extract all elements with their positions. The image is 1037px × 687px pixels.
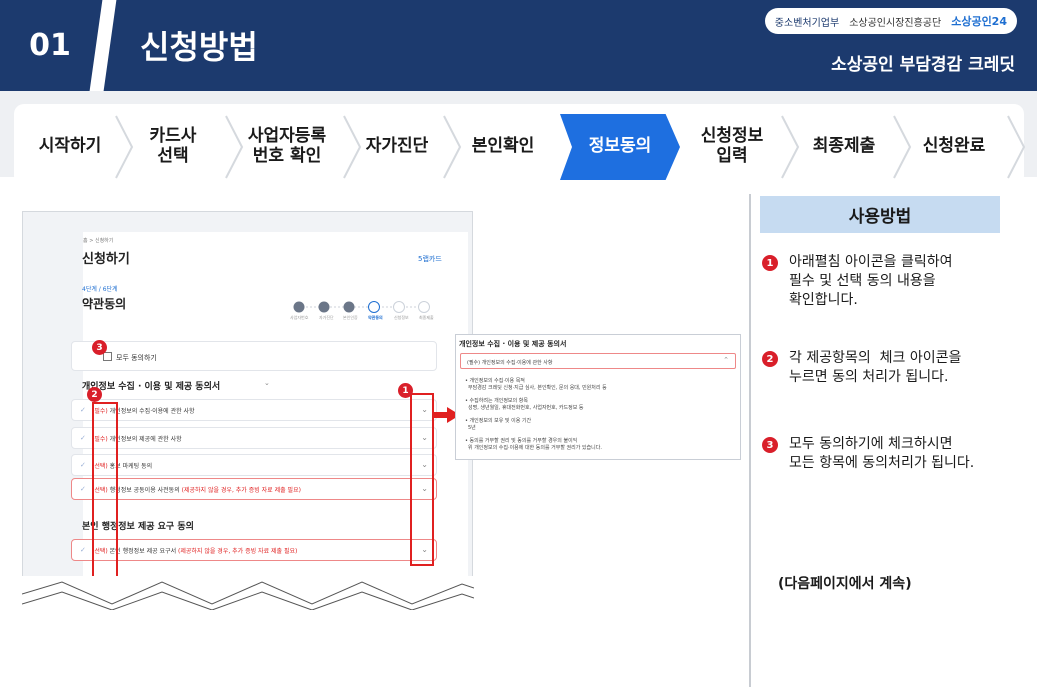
step-final-submit: 최종제출 (812, 136, 876, 157)
chevron-down-icon[interactable]: ⌄ (264, 379, 270, 387)
callout-badge-1: 1 (398, 383, 413, 398)
number-badge: 1 (762, 255, 778, 271)
highlight-expand-column (410, 393, 434, 566)
consent-row[interactable]: ✓ (필수) 개인정보의 수집·이용에 관한 사항 ⌄ (71, 399, 437, 421)
progress-label: 약관동의 (368, 315, 383, 320)
popup-line: 성명, 생년월일, 휴대전화번호, 사업자번호, 카드정보 등 (468, 405, 584, 411)
chevron-right-icon (781, 115, 800, 179)
number-badge: 2 (762, 351, 778, 367)
instruction-3: 3 모두 동의하기에 체크하시면 모든 항목에 동의처리가 됩니다. (762, 435, 1032, 475)
check-icon[interactable]: ✓ (80, 434, 86, 442)
popup-line: • 수집하려는 개인정보의 항목 (465, 398, 528, 404)
logo-strip: 중소벤처기업부 소상공인시장진흥공단 소상공인24 (764, 8, 1017, 34)
popup-line: 위 개인정보의 수집·이용에 대한 동의를 거부할 권리가 있습니다. (468, 445, 602, 451)
step-identity: 본인확인 (471, 136, 535, 157)
popup-line: 5년 (468, 425, 476, 431)
row-label: 개인정보의 제공에 관한 사항 (109, 436, 182, 443)
section-title: 약관동의 (82, 297, 127, 311)
consent-row[interactable]: ✓ (선택) 홍보 마케팅 동의 ⌄ (71, 454, 437, 476)
row-label: 개인정보의 수집·이용에 관한 사항 (109, 408, 195, 415)
check-icon[interactable]: ✓ (80, 461, 86, 469)
progress-label: 신청정보 (394, 315, 409, 320)
instruction-2: 2 각 제공항목의 체크 아이콘을 누르면 동의 처리가 됩니다. (762, 349, 1032, 389)
torn-edge (22, 576, 474, 610)
progress-dots (293, 301, 430, 313)
breadcrumb: 홈 > 신청하기 (83, 238, 114, 244)
step-apply-info: 신청정보 입력 (700, 126, 764, 166)
privacy-title: 개인정보 수집 · 이용 및 제공 동의서 (82, 382, 221, 392)
progress-label: 자가진단 (319, 315, 334, 320)
popup-line: • 개인정보의 보유 및 이용 기간 (465, 418, 532, 424)
agency-logo: 소상공인시장진흥공단 (849, 17, 942, 29)
instruction-text: 아래펼침 아이콘을 클릭하여 필수 및 선택 동의 내용을 확인합니다. (789, 254, 953, 308)
step-self-check: 자가진단 (365, 136, 429, 157)
chevron-right-icon (343, 115, 362, 179)
chevron-right-icon (1007, 115, 1026, 179)
callout-badge-3: 3 (92, 340, 107, 355)
consent-row[interactable]: ✓ (필수) 개인정보의 제공에 관한 사항 ⌄ (71, 427, 437, 449)
page-subtitle: 소상공인 부담경감 크레딧 (831, 55, 1015, 75)
instruction-text: 모두 동의하기에 체크하시면 모든 항목에 동의처리가 됩니다. (789, 436, 975, 471)
row-note: (제공하지 않을 경우, 추가 증빙 자료 제출 필요) (181, 487, 301, 494)
check-icon[interactable]: ✓ (80, 406, 86, 414)
popup-line: 부담경감 크레딧 신청·지급 심사, 본인확인, 문의 응대, 민원처리 등 (468, 385, 607, 391)
popup-row-label: (필수) 개인정보의 수집·이용에 관한 사항 (467, 360, 553, 366)
ministry-logo: 중소벤처기업부 (774, 17, 840, 29)
page-title: 신청방법 (140, 28, 258, 66)
number-badge: 3 (762, 437, 778, 453)
row-note: (제공하지 않을 경우, 추가 증빙 자료 제출 필요) (178, 548, 298, 555)
consent-row[interactable]: ✓ (선택) 행정정보 공동이용 사전동의 (제공하지 않을 경우, 추가 증빙… (71, 478, 437, 500)
service-logo: 소상공인24 (951, 15, 1007, 28)
card-name: 5랩카드 (418, 255, 442, 263)
check-icon[interactable]: ✓ (80, 485, 86, 493)
section-number: 01 (29, 28, 71, 63)
expanded-popup: 개인정보 수집 · 이용 및 제공 동의서 (필수) 개인정보의 수집·이용에 … (455, 334, 741, 460)
chevron-right-icon (443, 115, 462, 179)
column-divider (749, 194, 751, 687)
header-bar: 01 신청방법 중소벤처기업부 소상공인시장진흥공단 소상공인24 소상공인 부… (0, 0, 1037, 91)
row-label: 본인 행정정보 제공 요구서 (109, 548, 177, 555)
check-icon[interactable]: ✓ (80, 546, 86, 554)
chevron-right-icon (893, 115, 912, 179)
popup-line: • 동의를 거부할 권리 및 동의를 거부할 경우의 불이익 (465, 438, 578, 444)
popup-line: • 개인정보의 수집·이용 목적 (465, 378, 525, 384)
popup-row[interactable]: (필수) 개인정보의 수집·이용에 관한 사항 ⌃ (460, 353, 736, 369)
step-complete: 신청완료 (922, 136, 986, 157)
progress-label: 본인인증 (343, 315, 358, 320)
chevron-right-icon (225, 115, 244, 179)
highlight-check-column (92, 402, 118, 580)
step-card-select: 카드사 선택 (149, 126, 197, 166)
popup-title: 개인정보 수집 · 이용 및 제공 동의서 (459, 340, 567, 348)
consent-row[interactable]: ✓ (선택) 본인 행정정보 제공 요구서 (제공하지 않을 경우, 추가 증빙… (71, 539, 437, 561)
step-start: 시작하기 (38, 136, 102, 157)
chevron-right-icon (115, 115, 134, 179)
agree-all-row[interactable]: 모두 동의하기 (71, 341, 437, 371)
progress-label: 최종제출 (419, 315, 434, 320)
instruction-text: 각 제공항목의 체크 아이콘을 누르면 동의 처리가 됩니다. (789, 350, 962, 385)
agree-all-label: 모두 동의하기 (116, 354, 157, 362)
step-info-consent: 정보동의 (560, 114, 680, 180)
chevron-up-icon[interactable]: ⌃ (723, 356, 729, 364)
instruction-1: 1 아래펼침 아이콘을 클릭하여 필수 및 선택 동의 내용을 확인합니다. (762, 253, 1022, 313)
callout-badge-2: 2 (87, 387, 102, 402)
step-count: 4단계 / 6단계 (82, 286, 118, 293)
shot-page-title: 신청하기 (82, 252, 130, 267)
continued-note: (다음페이지에서 계속) (778, 576, 912, 592)
checkbox[interactable] (103, 352, 112, 361)
usage-heading: 사용방법 (760, 196, 1000, 233)
row-label: 행정정보 공동이용 사전동의 (109, 487, 180, 494)
progress-label: 사업자번호 (290, 315, 309, 320)
